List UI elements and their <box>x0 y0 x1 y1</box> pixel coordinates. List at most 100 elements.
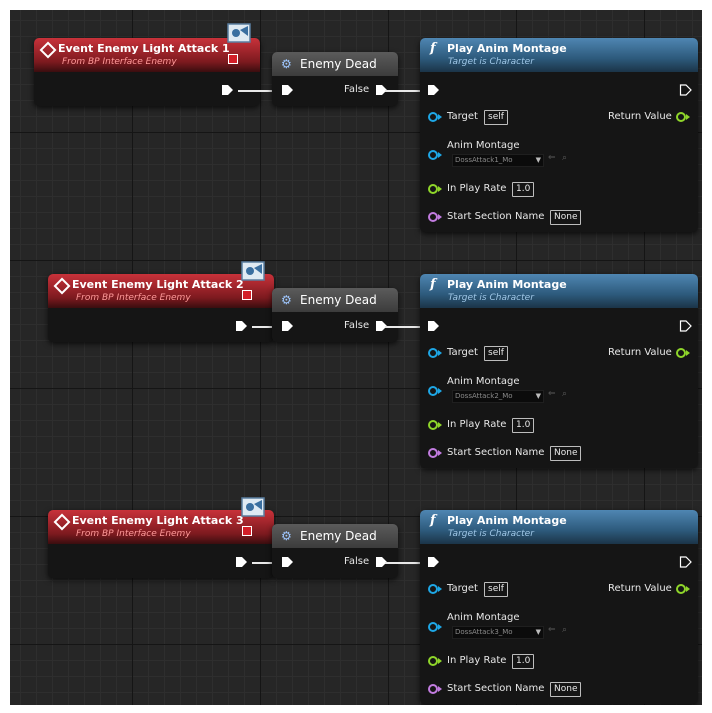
start-section-name-pin-arrow <box>438 450 442 456</box>
target-pin-arrow <box>438 350 442 356</box>
return-value-pin-arrow <box>686 350 690 356</box>
anim-montage-pin-arrow <box>438 624 442 630</box>
branch-node-3[interactable]: ⚙ Enemy Dead False <box>272 524 398 578</box>
anim-montage-pin[interactable] <box>428 386 438 396</box>
anim-montage-pin[interactable] <box>428 622 438 632</box>
target-pin[interactable] <box>428 348 438 358</box>
blueprint-graph-canvas[interactable]: Event Enemy Light Attack 1 From BP Inter… <box>10 10 702 705</box>
return-value-pin[interactable] <box>676 584 686 594</box>
exec-out-pin[interactable] <box>222 84 234 96</box>
function-node-subtitle: Target is Character <box>448 529 534 539</box>
branch-node-title: Enemy Dead <box>300 529 377 543</box>
in-play-rate-pin-arrow <box>438 658 442 664</box>
exec-out-pin[interactable] <box>236 556 248 568</box>
function-f-icon: f <box>430 41 436 56</box>
chevron-down-icon: ▼ <box>535 392 541 400</box>
exec-in-pin[interactable] <box>282 556 294 568</box>
browse-search-icon[interactable]: ⌕ <box>562 153 567 163</box>
function-node-subtitle: Target is Character <box>448 293 534 303</box>
exec-out-pin[interactable] <box>679 84 692 96</box>
target-label: Target <box>447 347 478 358</box>
exec-out-pin[interactable] <box>236 320 248 332</box>
start-section-name-pin[interactable] <box>428 448 438 458</box>
target-value: self <box>484 346 508 361</box>
start-section-name-input[interactable]: None <box>550 682 582 697</box>
exec-in-pin[interactable] <box>282 84 294 96</box>
play-anim-montage-node-1[interactable]: f Play Anim Montage Target is Character … <box>420 38 698 232</box>
anim-montage-label: Anim Montage <box>447 612 520 623</box>
exec-in-pin[interactable] <box>428 556 440 568</box>
start-section-name-pin-arrow <box>438 686 442 692</box>
start-section-name-pin[interactable] <box>428 212 438 222</box>
event-node-1[interactable]: Event Enemy Light Attack 1 From BP Inter… <box>34 38 260 106</box>
start-section-name-pin[interactable] <box>428 684 438 694</box>
function-f-icon: f <box>430 513 436 528</box>
function-node-subtitle: Target is Character <box>448 57 534 67</box>
false-pin-label: False <box>344 320 370 331</box>
function-node-title: Play Anim Montage <box>447 278 567 291</box>
use-selected-arrow-icon[interactable]: ⇐ <box>548 625 556 635</box>
anim-montage-asset-picker[interactable]: DossAttack1_Mo ▼ <box>452 154 544 167</box>
start-section-name-input[interactable]: None <box>550 210 582 225</box>
interface-badge-icon <box>241 497 265 517</box>
return-value-label: Return Value <box>608 583 672 594</box>
return-value-pin-arrow <box>686 114 690 120</box>
branch-node-1[interactable]: ⚙ Enemy Dead False <box>272 52 398 106</box>
in-play-rate-input[interactable]: 1.0 <box>512 418 535 433</box>
anim-montage-label: Anim Montage <box>447 376 520 387</box>
exec-in-pin[interactable] <box>428 320 440 332</box>
target-label: Target <box>447 111 478 122</box>
browse-search-icon[interactable]: ⌕ <box>562 389 567 399</box>
chevron-down-icon: ▼ <box>535 156 541 164</box>
anim-montage-pin-arrow <box>438 152 442 158</box>
anim-montage-asset-picker[interactable]: DossAttack3_Mo ▼ <box>452 626 544 639</box>
use-selected-arrow-icon[interactable]: ⇐ <box>548 389 556 399</box>
event-node-subtitle: From BP Interface Enemy <box>62 57 177 67</box>
return-value-pin[interactable] <box>676 112 686 122</box>
interface-badge-icon <box>227 23 251 43</box>
target-pin[interactable] <box>428 584 438 594</box>
in-play-rate-pin[interactable] <box>428 420 438 430</box>
play-anim-montage-node-2[interactable]: f Play Anim Montage Target is Character … <box>420 274 698 468</box>
exec-in-pin[interactable] <box>428 84 440 96</box>
target-label: Target <box>447 583 478 594</box>
in-play-rate-input[interactable]: 1.0 <box>512 654 535 669</box>
in-play-rate-pin[interactable] <box>428 656 438 666</box>
replicate-icon <box>242 290 252 300</box>
gear-icon: ⚙ <box>281 529 292 543</box>
gear-icon: ⚙ <box>281 57 292 71</box>
replicate-icon <box>228 54 238 64</box>
chevron-down-icon: ▼ <box>535 628 541 636</box>
start-section-name-label: Start Section Name <box>447 447 545 458</box>
exec-in-pin[interactable] <box>282 320 294 332</box>
start-section-name-pin-arrow <box>438 214 442 220</box>
event-node-title: Event Enemy Light Attack 2 <box>72 278 244 291</box>
target-pin-arrow <box>438 586 442 592</box>
use-selected-arrow-icon[interactable]: ⇐ <box>548 153 556 163</box>
play-anim-montage-node-3[interactable]: f Play Anim Montage Target is Character … <box>420 510 698 704</box>
browse-search-icon[interactable]: ⌕ <box>562 625 567 635</box>
event-node-3[interactable]: Event Enemy Light Attack 3 From BP Inter… <box>48 510 274 578</box>
false-pin-label: False <box>344 84 370 95</box>
return-value-pin-arrow <box>686 586 690 592</box>
return-value-label: Return Value <box>608 347 672 358</box>
target-pin[interactable] <box>428 112 438 122</box>
start-section-name-input[interactable]: None <box>550 446 582 461</box>
return-value-pin[interactable] <box>676 348 686 358</box>
in-play-rate-pin[interactable] <box>428 184 438 194</box>
event-node-2[interactable]: Event Enemy Light Attack 2 From BP Inter… <box>48 274 274 342</box>
false-pin-label: False <box>344 556 370 567</box>
target-value: self <box>484 110 508 125</box>
exec-out-pin[interactable] <box>679 320 692 332</box>
target-pin-arrow <box>438 114 442 120</box>
in-play-rate-input[interactable]: 1.0 <box>512 182 535 197</box>
replicate-icon <box>242 526 252 536</box>
event-node-title: Event Enemy Light Attack 1 <box>58 42 230 55</box>
exec-out-pin[interactable] <box>679 556 692 568</box>
anim-montage-pin[interactable] <box>428 150 438 160</box>
event-node-subtitle: From BP Interface Enemy <box>76 293 191 303</box>
anim-montage-asset-picker[interactable]: DossAttack2_Mo ▼ <box>452 390 544 403</box>
in-play-rate-label: In Play Rate <box>447 183 507 194</box>
event-node-subtitle: From BP Interface Enemy <box>76 529 191 539</box>
branch-node-2[interactable]: ⚙ Enemy Dead False <box>272 288 398 342</box>
